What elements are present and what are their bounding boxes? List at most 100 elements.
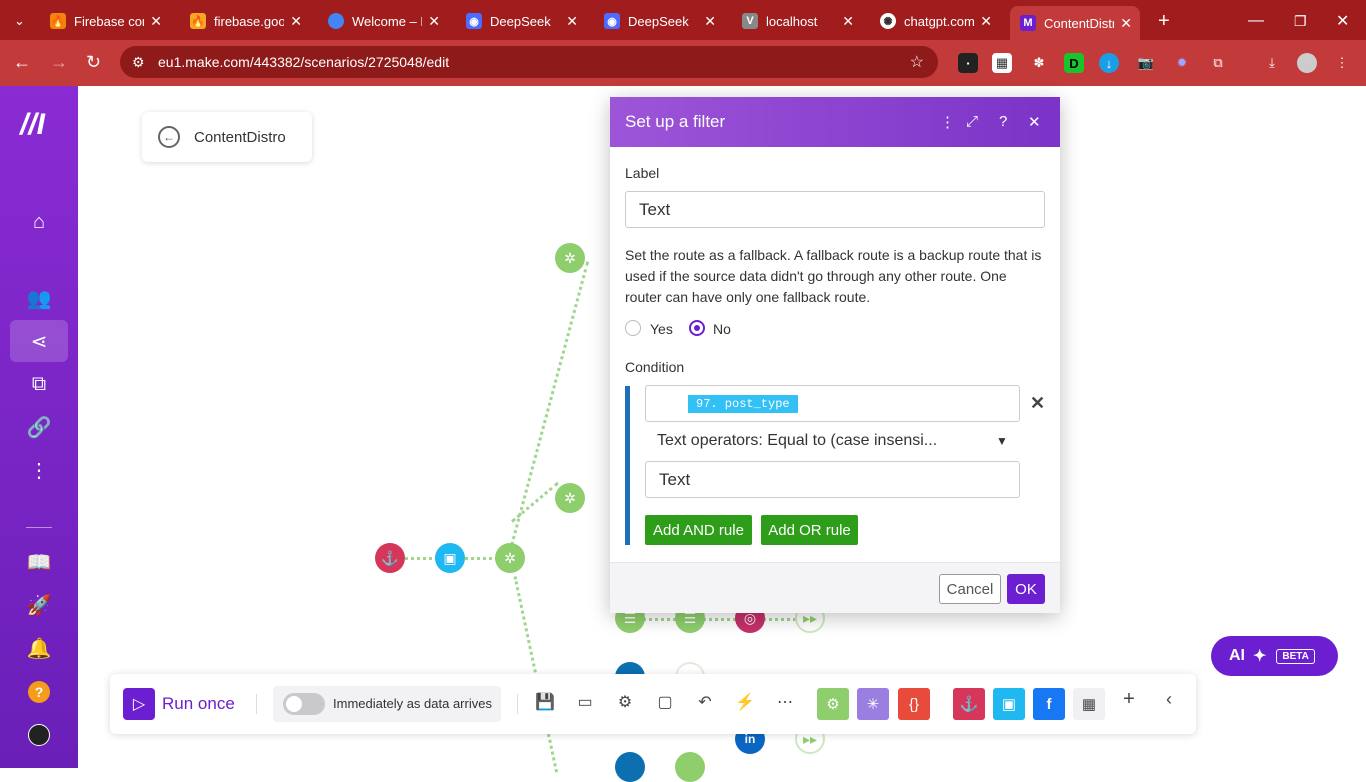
user-avatar[interactable] [10, 714, 68, 756]
extensions-puzzle-icon[interactable]: ⧉ [1208, 53, 1228, 73]
condition-value-input[interactable]: Text [645, 461, 1020, 498]
download-extension-icon[interactable]: ↓ [1099, 53, 1119, 73]
close-icon[interactable]: ✕ [842, 13, 854, 30]
close-icon[interactable]: ✕ [1028, 113, 1041, 131]
close-icon[interactable]: ✕ [1120, 15, 1132, 32]
browser-tab[interactable]: ◉ DeepSeek ✕ [456, 6, 586, 36]
window-close-button[interactable]: ✕ [1326, 6, 1350, 36]
condition-value-text: Text [659, 469, 691, 489]
back-arrow-icon[interactable]: ← [158, 126, 180, 148]
scenario-back-card[interactable]: ← ContentDistro [142, 112, 312, 162]
more-vertical-icon[interactable]: ⋮ [1332, 53, 1352, 73]
run-once-play-button[interactable]: ▷ [123, 688, 155, 720]
browser-tab[interactable]: Welcome – D ✕ [318, 6, 448, 36]
camera-icon[interactable]: 📷 [1136, 53, 1156, 73]
tab-title: DeepSeek [490, 13, 551, 29]
tab-search-button[interactable]: ⌄ [4, 6, 30, 36]
close-icon[interactable]: ✕ [704, 13, 716, 30]
close-icon[interactable]: ✕ [980, 13, 992, 30]
forward-arrow-icon[interactable]: → [50, 52, 68, 73]
templates-puzzle-icon[interactable]: ⧉ [10, 363, 68, 405]
new-tab-button[interactable]: + [1148, 6, 1174, 36]
fallback-no-label[interactable]: No [713, 321, 731, 337]
fallback-no-radio[interactable] [689, 320, 705, 336]
airtable-icon[interactable]: ▣ [435, 543, 465, 573]
browser-tab-active[interactable]: M ContentDistr ✕ [1010, 6, 1140, 40]
add-and-rule-button[interactable]: Add AND rule [645, 515, 752, 545]
minimize-button[interactable]: — [1238, 6, 1264, 36]
close-icon[interactable]: ✕ [428, 13, 440, 30]
bell-icon[interactable]: 🔔 [10, 627, 68, 669]
condition-field-tag[interactable]: 97. post_type [688, 395, 798, 413]
help-icon[interactable]: ? [999, 113, 1007, 130]
tools-gear-icon[interactable]: ⚙ [817, 688, 849, 720]
more-vertical-icon[interactable]: ⋮ [940, 113, 955, 131]
ai-assistant-button[interactable]: AI ✦ BETA [1211, 636, 1338, 676]
fallback-yes-label[interactable]: Yes [650, 321, 673, 337]
collapse-chevron-left-icon[interactable]: ‹ [1157, 689, 1181, 710]
connections-link-icon[interactable]: 🔗 [10, 406, 68, 448]
label-input[interactable]: Text [625, 191, 1045, 228]
rocket-icon[interactable]: 🚀 [10, 584, 68, 626]
close-icon[interactable]: ✕ [290, 13, 302, 30]
browser-tab[interactable]: ◉ DeepSeek ✕ [594, 6, 724, 36]
more-horizontal-icon[interactable]: ⋯ [773, 692, 797, 712]
browser-tab[interactable]: 🔥 Firebase con ✕ [40, 6, 170, 36]
module-icon[interactable] [615, 752, 645, 782]
schedule-control[interactable]: Immediately as data arrives [273, 686, 501, 722]
team-icon[interactable]: 👥 [10, 277, 68, 319]
docs-book-icon[interactable]: 📖 [10, 541, 68, 583]
close-icon[interactable]: ✕ [566, 13, 578, 30]
back-arrow-icon[interactable]: ← [13, 52, 31, 73]
schedule-toggle[interactable] [283, 693, 325, 715]
notes-icon[interactable]: ▢ [653, 692, 677, 712]
make-logo[interactable]: //I [20, 108, 45, 142]
airtable-icon[interactable]: ▣ [993, 688, 1025, 720]
router-icon[interactable]: ✲ [495, 543, 525, 573]
fallback-yes-radio[interactable] [625, 320, 641, 336]
operator-select[interactable]: Text operators: Equal to (case insensi..… [657, 432, 1017, 450]
extension-icon[interactable]: D [1064, 53, 1084, 73]
undo-icon[interactable]: ↶ [693, 692, 717, 712]
run-once-label[interactable]: Run once [162, 694, 235, 714]
more-vertical-icon[interactable]: ⋮ [10, 449, 68, 491]
router-icon[interactable]: ✲ [555, 243, 585, 273]
scenarios-icon[interactable]: ⋖ [10, 320, 68, 362]
webhooks-icon[interactable]: ⚓ [375, 543, 405, 573]
url-bar[interactable]: ⚙ eu1.make.com/443382/scenarios/2725048/… [120, 46, 938, 78]
browser-tab[interactable]: 🔥 firebase.goo ✕ [180, 6, 310, 36]
browser-tab[interactable]: ✺ chatgpt.com ✕ [870, 6, 1000, 36]
condition-group-bar [625, 386, 630, 545]
home-icon[interactable]: ⌂ [10, 201, 68, 243]
site-settings-icon[interactable]: ⚙ [132, 54, 145, 71]
save-icon[interactable]: 💾 [533, 692, 557, 712]
scenario-settings-icon[interactable]: ▭ [573, 692, 597, 712]
remove-rule-icon[interactable]: ✕ [1030, 393, 1045, 414]
reload-icon[interactable]: ↻ [86, 52, 101, 73]
star-icon[interactable]: ☆ [910, 52, 924, 72]
flow-control-icon[interactable]: ✳ [857, 688, 889, 720]
text-parser-icon[interactable]: {} [898, 688, 930, 720]
profile-avatar[interactable] [1297, 53, 1317, 73]
extension-icon[interactable]: ✹ [1172, 53, 1192, 73]
facebook-icon[interactable]: f [1033, 688, 1065, 720]
extension-icon[interactable]: ▪ [958, 53, 978, 73]
magic-wand-icon[interactable]: ⚡ [733, 692, 757, 712]
browser-tab[interactable]: V localhost ✕ [732, 6, 862, 36]
help-icon[interactable]: ? [10, 671, 68, 713]
download-icon[interactable]: ⤓ [1262, 53, 1282, 73]
gear-icon[interactable]: ⚙ [613, 692, 637, 712]
add-module-plus-icon[interactable]: + [1117, 688, 1141, 711]
add-or-rule-button[interactable]: Add OR rule [761, 515, 858, 545]
router-icon[interactable]: ✲ [555, 483, 585, 513]
apps-grid-icon[interactable]: ▦ [1073, 688, 1105, 720]
cancel-button[interactable]: Cancel [939, 574, 1001, 604]
extension-icon[interactable]: ▦ [992, 53, 1012, 73]
module-icon[interactable] [675, 752, 705, 782]
webhooks-icon[interactable]: ⚓ [953, 688, 985, 720]
ok-button[interactable]: OK [1007, 574, 1045, 604]
extension-icon[interactable]: ✽ [1029, 53, 1049, 73]
expand-icon[interactable]: ⤢ [966, 113, 978, 130]
close-icon[interactable]: ✕ [150, 13, 162, 30]
restore-button[interactable]: ❐ [1284, 6, 1308, 36]
